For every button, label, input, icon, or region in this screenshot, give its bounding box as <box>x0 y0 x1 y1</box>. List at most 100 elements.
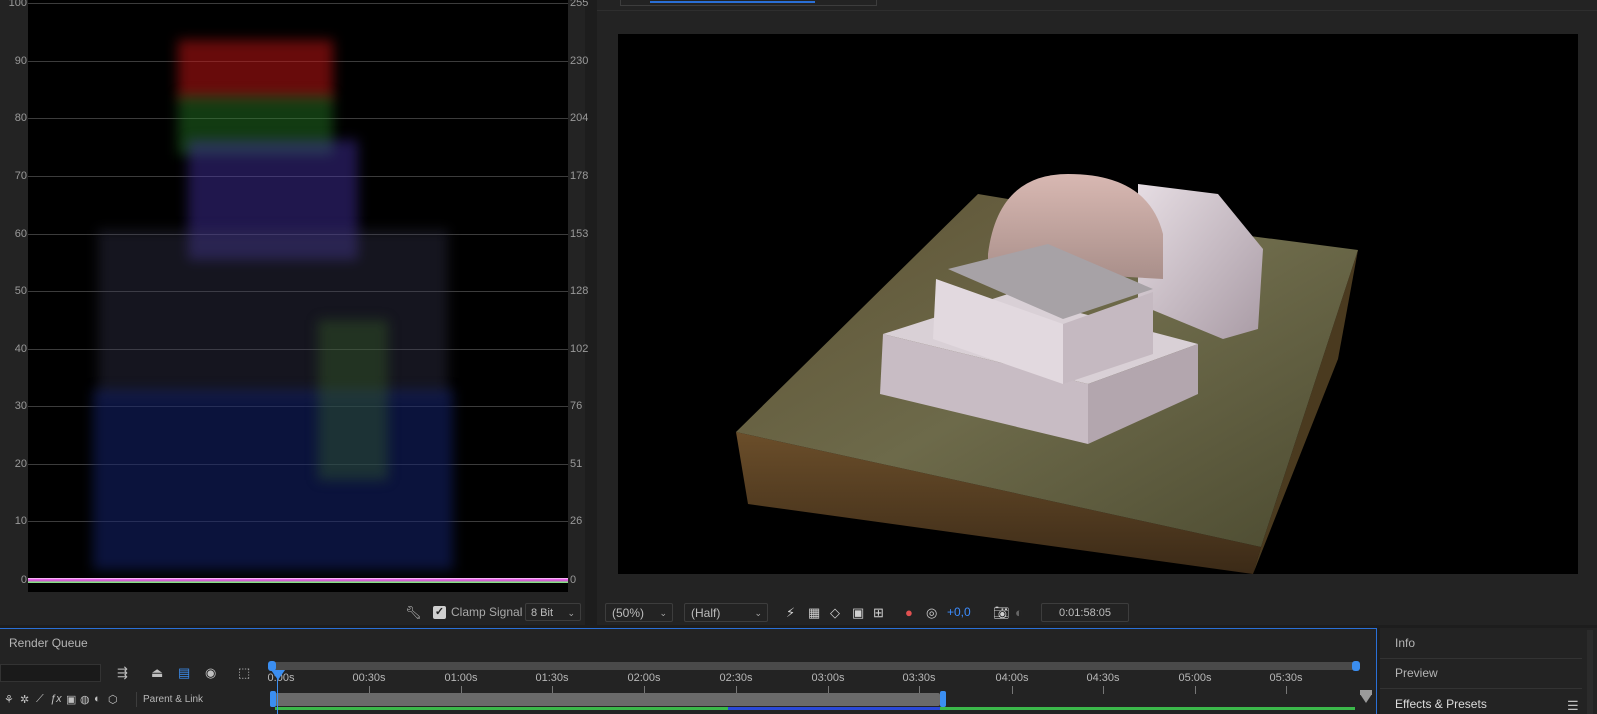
clamp-signal-checkbox[interactable]: ✓ <box>433 606 446 619</box>
draft-3d-icon[interactable]: ⏏︎ <box>151 665 163 681</box>
frame-blending-icon[interactable]: ◉ <box>205 665 216 681</box>
work-area-start-handle[interactable] <box>270 691 276 707</box>
waveform-zero-line <box>28 578 568 583</box>
scope-tick-left: 20 <box>14 458 27 470</box>
adjustment-layer-icon[interactable]: ◐ <box>94 693 101 705</box>
layer-search-input[interactable] <box>0 664 101 682</box>
composition-flowchart-icon[interactable]: ⇶ <box>117 665 128 681</box>
clamp-signal-label: Clamp Signal <box>451 605 523 619</box>
scope-tick-right: 0 <box>570 574 577 586</box>
transparency-grid-icon[interactable]: ▦ <box>808 605 820 621</box>
chevron-down-icon: ⌄ <box>754 608 762 618</box>
hide-shy-layers-icon[interactable]: ▤ <box>178 665 190 681</box>
time-ruler-label: 04:00s <box>995 672 1029 684</box>
show-snapshot-icon[interactable]: ◐ <box>1015 605 1023 620</box>
reset-exposure-icon[interactable]: ◎ <box>926 605 937 621</box>
time-ruler-label: 02:00s <box>627 672 661 684</box>
playhead-handle[interactable] <box>271 670 285 680</box>
resolution-select[interactable]: (Half) ⌄ <box>684 603 768 622</box>
waveform-trace-green-2 <box>318 320 388 480</box>
scope-tick-right: 102 <box>570 343 589 355</box>
time-ruler-label: 01:00s <box>444 672 478 684</box>
time-ruler-tick <box>1012 686 1013 694</box>
scope-tick-right: 255 <box>570 0 589 9</box>
snapshot-icon[interactable]: 📷︎ <box>993 605 1010 621</box>
waveform-display <box>28 0 568 592</box>
viewer-divider <box>597 10 1597 11</box>
time-ruler-tick <box>1195 686 1196 694</box>
scope-tick-right: 76 <box>570 400 583 412</box>
scope-tick-left: 80 <box>14 112 27 124</box>
fast-previews-icon[interactable]: ⚡︎ <box>786 605 795 621</box>
time-ruler-label: 02:30s <box>719 672 753 684</box>
3d-layer-icon[interactable]: ⬡ <box>108 693 118 706</box>
bit-depth-value: 8 Bit <box>531 607 554 619</box>
scope-tick-right: 26 <box>570 515 583 527</box>
time-ruler-label: 05:00s <box>1178 672 1212 684</box>
motion-blur-icon[interactable]: ◍ <box>80 693 90 706</box>
region-of-interest-icon[interactable]: ▣ <box>852 605 864 621</box>
scope-tick-left: 60 <box>14 228 27 240</box>
time-ruler-label: 01:30s <box>535 672 569 684</box>
time-ruler-label: 05:30s <box>1269 672 1303 684</box>
graph-editor-icon[interactable]: ⬚ <box>238 665 250 681</box>
waveform-trace-mixed <box>98 230 448 400</box>
current-time-display[interactable]: 0:01:58:05 <box>1041 603 1129 622</box>
wrench-icon[interactable]: 🔧︎ <box>405 605 422 621</box>
waveform-trace-red <box>178 40 333 100</box>
scope-tick-left: 0 <box>20 574 27 586</box>
color-channels-icon[interactable]: ● <box>905 605 913 620</box>
panel-divider <box>1380 688 1582 689</box>
parent-link-column-header: Parent & Link <box>136 692 256 707</box>
time-ruler-tick <box>1286 686 1287 694</box>
scope-tick-left: 70 <box>14 170 27 182</box>
bit-depth-select[interactable]: 8 Bit ⌄ <box>525 603 581 621</box>
disk-cache-bar <box>728 707 940 710</box>
mask-path-icon[interactable]: ◇ <box>830 605 840 621</box>
panel-divider <box>1380 658 1582 659</box>
viewer-tab-indicator <box>650 1 815 3</box>
scope-tick-right: 128 <box>570 285 589 297</box>
waveform-trace-low <box>93 390 453 570</box>
composition-canvas[interactable] <box>618 34 1578 574</box>
info-panel-tab[interactable]: Info <box>1395 636 1415 650</box>
preview-panel-tab[interactable]: Preview <box>1395 666 1438 680</box>
zoom-select[interactable]: (50%) ⌄ <box>605 603 673 622</box>
panel-menu-icon[interactable]: ☰ <box>1567 698 1579 714</box>
scope-tick-right: 178 <box>570 170 589 182</box>
exposure-value[interactable]: +0,0 <box>947 605 971 619</box>
guides-icon[interactable]: ⊞ <box>873 605 884 621</box>
chevron-down-icon: ⌄ <box>659 608 667 618</box>
fx-icon[interactable]: ƒx <box>50 693 62 705</box>
scope-tick-left: 10 <box>14 515 27 527</box>
frame-blend-icon[interactable]: ▣ <box>66 693 76 706</box>
scope-tick-right: 204 <box>570 112 589 124</box>
3d-model-render <box>736 174 1358 574</box>
time-ruler-label: 03:30s <box>902 672 936 684</box>
side-panel-scrollbar[interactable] <box>1587 630 1593 714</box>
comp-end-marker[interactable] <box>1360 694 1372 703</box>
time-ruler-label: 04:30s <box>1086 672 1120 684</box>
scope-tick-left: 90 <box>14 55 27 67</box>
time-navigator-bar[interactable] <box>271 662 1357 670</box>
effects-presets-panel-tab[interactable]: Effects & Presets <box>1395 697 1487 711</box>
quality-icon[interactable]: ⟋ <box>36 693 44 706</box>
video-switch-icon[interactable]: ⚘ <box>4 693 14 706</box>
scope-tick-left: 100 <box>8 0 27 9</box>
scope-tick-left: 40 <box>14 343 27 355</box>
resolution-value: (Half) <box>691 606 721 620</box>
collapse-transform-icon[interactable]: ✲ <box>20 693 29 706</box>
scope-tick-right: 51 <box>570 458 583 470</box>
render-queue-tab[interactable]: Render Queue <box>9 636 88 650</box>
zoom-value: (50%) <box>612 606 645 620</box>
work-area-bar[interactable] <box>275 693 940 706</box>
navigator-end-handle[interactable] <box>1352 661 1360 671</box>
chevron-down-icon: ⌄ <box>567 608 575 618</box>
scope-tick-left: 30 <box>14 400 27 412</box>
time-ruler-label: 00:30s <box>352 672 386 684</box>
time-ruler-label: 03:00s <box>811 672 845 684</box>
scope-tick-right: 153 <box>570 228 589 240</box>
scope-tick-right: 230 <box>570 55 589 67</box>
work-area-end-handle[interactable] <box>940 691 946 707</box>
time-ruler-tick <box>1103 686 1104 694</box>
